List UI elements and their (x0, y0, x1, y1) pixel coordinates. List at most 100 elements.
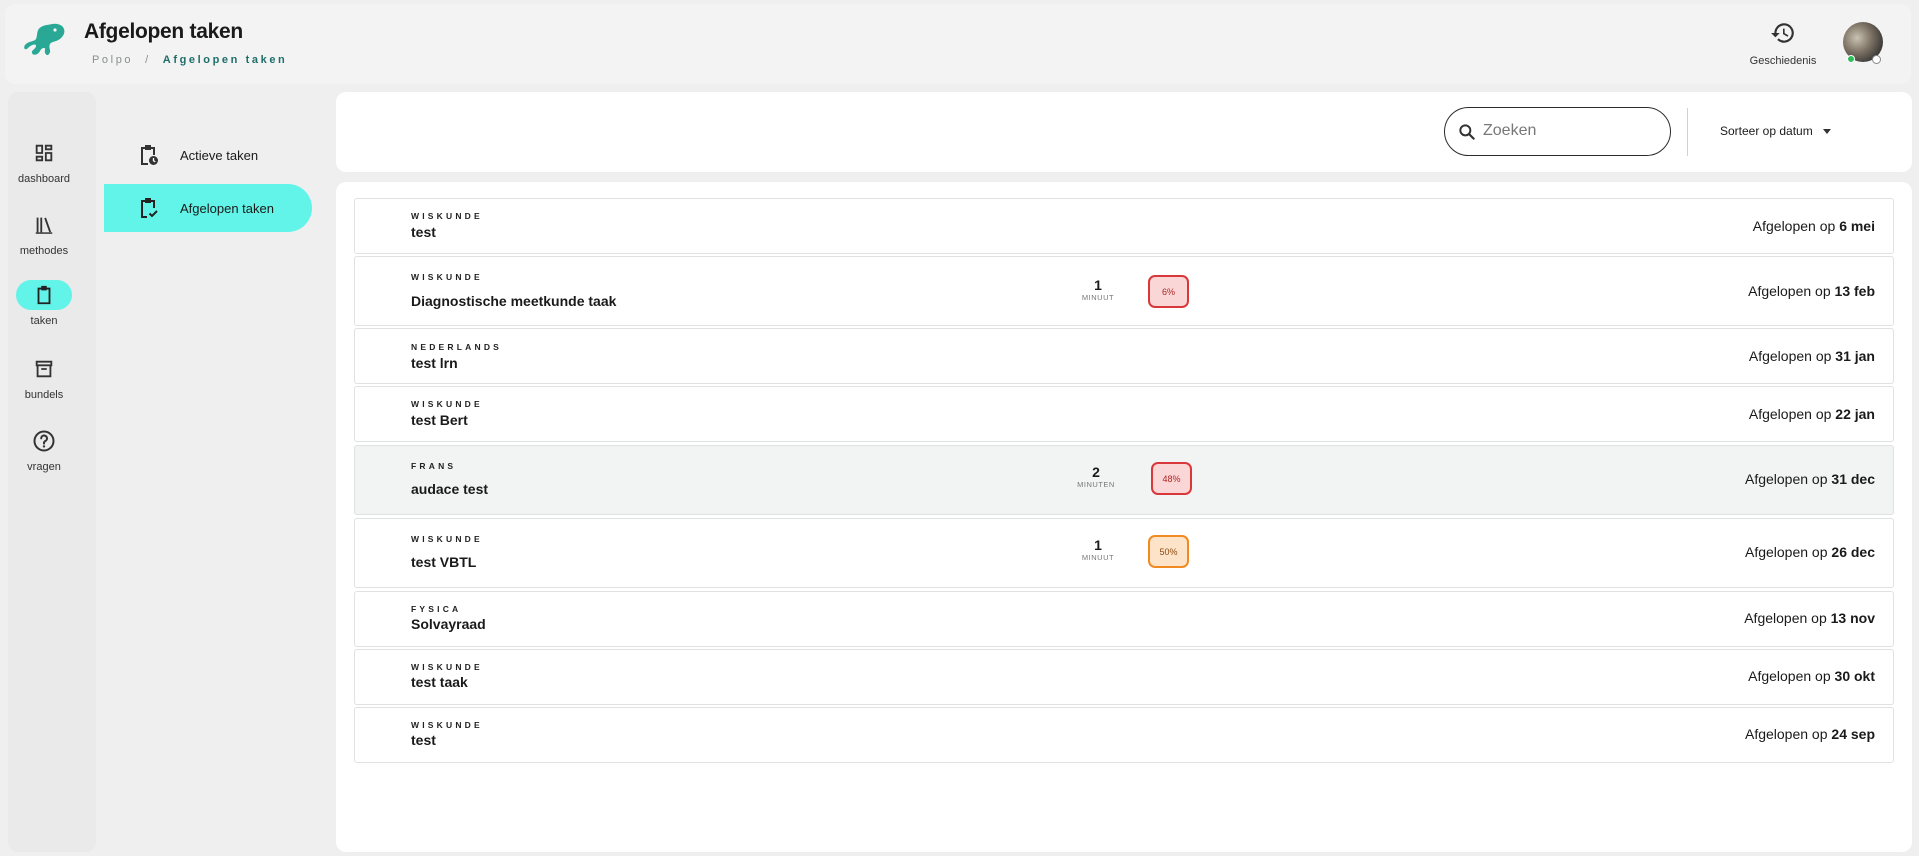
task-expiry: Afgelopen op 13 nov (1744, 610, 1875, 626)
score-badge: 6% (1148, 275, 1189, 308)
nav-item-label: methodes (19, 245, 69, 257)
subnav-item-label: Actieve taken (180, 147, 259, 163)
nav-item-label: vragen (27, 461, 61, 473)
nav-item-label: bundels (24, 389, 64, 401)
task-row[interactable]: WISKUNDE test Afgelopen op 6 mei (354, 198, 1894, 254)
task-row[interactable]: FYSICA Solvayraad Afgelopen op 13 nov (354, 591, 1894, 647)
nav-item-methodes[interactable]: methodes (0, 210, 88, 257)
history-icon (1771, 23, 1794, 43)
task-title: test (411, 224, 436, 240)
nav-item-label: taken (30, 315, 58, 327)
octopus-logo-icon[interactable] (22, 20, 68, 62)
caret-down-icon (1822, 128, 1831, 134)
breadcrumb: Polpo / Afgelopen taken (92, 54, 287, 66)
duration-unit: MINUTEN (1077, 480, 1115, 489)
sort-label: Sorteer op datum (1720, 124, 1813, 138)
expiry-prefix: Afgelopen op (1748, 406, 1832, 422)
duration-value: 1 (1094, 277, 1102, 293)
history-button[interactable]: Geschiedenis (1738, 20, 1828, 67)
toolbar-divider (1687, 108, 1688, 156)
task-subject: FRANS (411, 461, 457, 471)
search-field[interactable] (1444, 107, 1671, 156)
task-expiry: Afgelopen op 30 okt (1748, 668, 1875, 684)
expiry-prefix: Afgelopen op (1744, 544, 1828, 560)
task-title: Solvayraad (411, 616, 486, 632)
task-title: test taak (411, 674, 468, 690)
avatar-settings-badge (1872, 55, 1881, 64)
task-subject: NEDERLANDS (411, 342, 503, 352)
expiry-prefix: Afgelopen op (1752, 218, 1836, 234)
history-label: Geschiedenis (1749, 55, 1817, 67)
task-expiry: Afgelopen op 22 jan (1749, 406, 1875, 422)
expiry-prefix: Afgelopen op (1748, 668, 1831, 684)
task-row[interactable]: WISKUNDE Diagnostische meetkunde taak 1 … (354, 256, 1894, 326)
sort-dropdown[interactable]: Sorteer op datum (1720, 124, 1831, 138)
task-row[interactable]: NEDERLANDS test lrn Afgelopen op 31 jan (354, 328, 1894, 384)
duration-value: 2 (1092, 464, 1100, 480)
task-expiry: Afgelopen op 31 dec (1745, 471, 1875, 487)
nav-item-vragen[interactable]: vragen (0, 426, 88, 473)
dashboard-icon (16, 138, 72, 168)
help-icon (16, 426, 72, 456)
task-duration: 1 MINUUT (1073, 537, 1123, 563)
expiry-date: 13 nov (1830, 610, 1875, 626)
task-row[interactable]: WISKUNDE test taak Afgelopen op 30 okt (354, 649, 1894, 705)
score-badge: 48% (1151, 462, 1192, 495)
task-subject: FYSICA (411, 604, 462, 614)
task-subject: WISKUNDE (411, 534, 483, 544)
expiry-prefix: Afgelopen op (1748, 348, 1832, 364)
subnav-item-actieve-taken[interactable]: Actieve taken (104, 131, 312, 179)
expiry-prefix: Afgelopen op (1744, 471, 1828, 487)
task-expiry: Afgelopen op 24 sep (1745, 726, 1875, 742)
clipboard-check-icon (141, 198, 158, 218)
page-title: Afgelopen taken (84, 20, 243, 43)
score-badge: 50% (1148, 535, 1189, 568)
task-subject: WISKUNDE (411, 211, 483, 221)
task-duration: 1 MINUUT (1073, 277, 1123, 303)
nav-item-bundels[interactable]: bundels (0, 354, 88, 401)
task-expiry: Afgelopen op 31 jan (1749, 348, 1875, 364)
search-icon (1459, 124, 1475, 140)
task-duration: 2 MINUTEN (1071, 464, 1121, 490)
expiry-date: 13 feb (1834, 283, 1875, 299)
search-input[interactable] (1483, 119, 1653, 143)
library-icon (16, 210, 72, 240)
expiry-date: 31 dec (1831, 471, 1875, 487)
breadcrumb-separator: / (145, 54, 151, 66)
task-title: audace test (411, 481, 489, 497)
expiry-prefix: Afgelopen op (1748, 283, 1831, 299)
task-subject: WISKUNDE (411, 272, 483, 282)
filter-toolbar (336, 92, 1912, 172)
task-row[interactable]: FRANS audace test 2 MINUTEN 48% Afgelope… (354, 445, 1894, 515)
task-subject: WISKUNDE (411, 720, 483, 730)
task-subject: WISKUNDE (411, 662, 483, 672)
subnav-item-label: Afgelopen taken (180, 200, 274, 216)
task-title: Diagnostische meetkunde taak (411, 293, 617, 309)
task-title: test VBTL (411, 554, 477, 570)
expiry-prefix: Afgelopen op (1744, 610, 1827, 626)
task-row[interactable]: WISKUNDE test VBTL 1 MINUUT 50% Afgelope… (354, 518, 1894, 588)
task-title: test Bert (411, 412, 468, 428)
expiry-date: 6 mei (1839, 218, 1875, 234)
duration-value: 1 (1094, 537, 1102, 553)
clipboard-icon (16, 280, 72, 310)
expiry-date: 31 jan (1835, 348, 1875, 364)
breadcrumb-root[interactable]: Polpo (92, 54, 133, 66)
duration-unit: MINUUT (1081, 293, 1115, 302)
task-expiry: Afgelopen op 13 feb (1748, 283, 1875, 299)
task-expiry: Afgelopen op 6 mei (1753, 218, 1875, 234)
nav-item-label: dashboard (18, 173, 70, 185)
duration-unit: MINUUT (1081, 553, 1115, 562)
task-title: test lrn (411, 355, 458, 371)
task-row[interactable]: WISKUNDE test Afgelopen op 24 sep (354, 707, 1894, 763)
task-expiry: Afgelopen op 26 dec (1745, 544, 1875, 560)
nav-item-dashboard[interactable]: dashboard (0, 138, 88, 185)
subnav-item-afgelopen-taken[interactable]: Afgelopen taken (104, 184, 312, 232)
expiry-prefix: Afgelopen op (1744, 726, 1828, 742)
expiry-date: 22 jan (1835, 406, 1875, 422)
app-header (5, 4, 1911, 84)
expiry-date: 26 dec (1831, 544, 1875, 560)
task-row[interactable]: WISKUNDE test Bert Afgelopen op 22 jan (354, 386, 1894, 442)
archive-icon (16, 354, 72, 384)
nav-item-taken[interactable]: taken (0, 280, 88, 327)
